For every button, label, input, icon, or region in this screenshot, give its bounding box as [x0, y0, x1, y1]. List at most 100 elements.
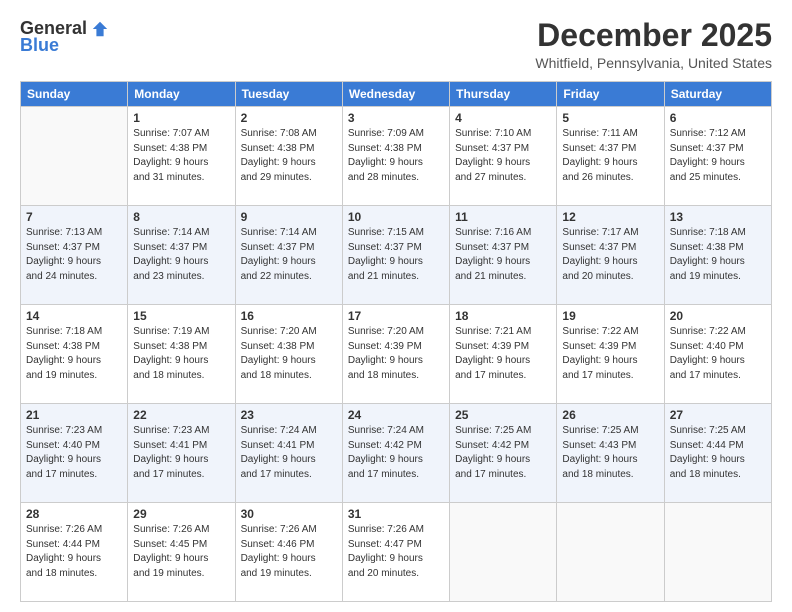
main-title: December 2025: [535, 18, 772, 53]
day-number: 22: [133, 408, 229, 422]
day-info: Sunrise: 7:12 AMSunset: 4:37 PMDaylight:…: [670, 127, 766, 185]
calendar-week-row: 1 Sunrise: 7:07 AMSunset: 4:38 PMDaylight…: [21, 107, 772, 206]
day-number: 6: [670, 111, 766, 125]
calendar-cell: 23 Sunrise: 7:24 AMSunset: 4:41 PMDayligh…: [235, 404, 342, 503]
calendar-cell: 15Sunrise: 7:19 AMSunset: 4:38 PMDayligh…: [128, 305, 235, 404]
day-number: 5: [562, 111, 658, 125]
day-info: Sunrise: 7:15 AMSunset: 4:37 PMDaylight:…: [348, 226, 444, 284]
day-info: Sunrise: 7:14 AMSunset: 4:37 PMDaylight:…: [241, 226, 337, 284]
day-number: 27: [670, 408, 766, 422]
day-info: Sunrise: 7:08 AMSunset: 4:38 PMDaylight:…: [241, 127, 337, 185]
calendar-cell: 18 Sunrise: 7:21 AMSunset: 4:39 PMDayligh…: [450, 305, 557, 404]
calendar-cell: 4 Sunrise: 7:10 AMSunset: 4:37 PMDaylight…: [450, 107, 557, 206]
day-info: Sunrise: 7:26 AMSunset: 4:45 PMDaylight:…: [133, 523, 229, 581]
calendar-body: 1 Sunrise: 7:07 AMSunset: 4:38 PMDaylight…: [21, 107, 772, 602]
calendar-cell: [664, 503, 771, 602]
day-number: 3: [348, 111, 444, 125]
calendar-cell: 27Sunrise: 7:25 AMSunset: 4:44 PMDayligh…: [664, 404, 771, 503]
day-info: Sunrise: 7:17 AMSunset: 4:37 PMDaylight:…: [562, 226, 658, 284]
calendar-cell: 22 Sunrise: 7:23 AMSunset: 4:41 PMDayligh…: [128, 404, 235, 503]
day-number: 17: [348, 309, 444, 323]
day-number: 16: [241, 309, 337, 323]
day-number: 10: [348, 210, 444, 224]
day-info: Sunrise: 7:25 AMSunset: 4:42 PMDaylight:…: [455, 424, 551, 482]
day-info: Sunrise: 7:10 AMSunset: 4:37 PMDaylight:…: [455, 127, 551, 185]
day-info: Sunrise: 7:11 AMSunset: 4:37 PMDaylight:…: [562, 127, 658, 185]
day-info: Sunrise: 7:26 AMSunset: 4:44 PMDaylight:…: [26, 523, 122, 581]
day-number: 2: [241, 111, 337, 125]
calendar-cell: 29 Sunrise: 7:26 AMSunset: 4:45 PMDayligh…: [128, 503, 235, 602]
calendar-week-row: 7 Sunrise: 7:13 AMSunset: 4:37 PMDaylight…: [21, 206, 772, 305]
header: General Blue December 2025 Whitfield, Pe…: [20, 18, 772, 71]
day-info: Sunrise: 7:13 AMSunset: 4:37 PMDaylight:…: [26, 226, 122, 284]
day-info: Sunrise: 7:23 AMSunset: 4:40 PMDaylight:…: [26, 424, 122, 482]
day-number: 28: [26, 507, 122, 521]
day-info: Sunrise: 7:22 AMSunset: 4:39 PMDaylight:…: [562, 325, 658, 383]
day-number: 1: [133, 111, 229, 125]
day-number: 9: [241, 210, 337, 224]
day-number: 4: [455, 111, 551, 125]
calendar-cell: [21, 107, 128, 206]
calendar-cell: 21 Sunrise: 7:23 AMSunset: 4:40 PMDayligh…: [21, 404, 128, 503]
day-number: 13: [670, 210, 766, 224]
day-info: Sunrise: 7:18 AMSunset: 4:38 PMDaylight:…: [26, 325, 122, 383]
logo-icon: [91, 20, 109, 38]
calendar-cell: 17 Sunrise: 7:20 AMSunset: 4:39 PMDayligh…: [342, 305, 449, 404]
day-info: Sunrise: 7:24 AMSunset: 4:42 PMDaylight:…: [348, 424, 444, 482]
calendar-cell: 25Sunrise: 7:25 AMSunset: 4:42 PMDayligh…: [450, 404, 557, 503]
day-info: Sunrise: 7:16 AMSunset: 4:37 PMDaylight:…: [455, 226, 551, 284]
weekday-header-cell: Wednesday: [342, 82, 449, 107]
day-number: 18: [455, 309, 551, 323]
calendar-week-row: 28 Sunrise: 7:26 AMSunset: 4:44 PMDayligh…: [21, 503, 772, 602]
day-info: Sunrise: 7:23 AMSunset: 4:41 PMDaylight:…: [133, 424, 229, 482]
subtitle: Whitfield, Pennsylvania, United States: [535, 55, 772, 71]
day-number: 23: [241, 408, 337, 422]
day-number: 7: [26, 210, 122, 224]
day-info: Sunrise: 7:07 AMSunset: 4:38 PMDaylight:…: [133, 127, 229, 185]
day-info: Sunrise: 7:25 AMSunset: 4:43 PMDaylight:…: [562, 424, 658, 482]
calendar-cell: 7 Sunrise: 7:13 AMSunset: 4:37 PMDaylight…: [21, 206, 128, 305]
day-number: 20: [670, 309, 766, 323]
logo-blue: Blue: [20, 35, 59, 56]
calendar-cell: 13 Sunrise: 7:18 AMSunset: 4:38 PMDayligh…: [664, 206, 771, 305]
calendar: SundayMondayTuesdayWednesdayThursdayFrid…: [20, 81, 772, 602]
calendar-cell: [450, 503, 557, 602]
day-number: 26: [562, 408, 658, 422]
day-info: Sunrise: 7:24 AMSunset: 4:41 PMDaylight:…: [241, 424, 337, 482]
day-info: Sunrise: 7:26 AMSunset: 4:46 PMDaylight:…: [241, 523, 337, 581]
weekday-header-cell: Friday: [557, 82, 664, 107]
calendar-cell: 12 Sunrise: 7:17 AMSunset: 4:37 PMDayligh…: [557, 206, 664, 305]
calendar-cell: [557, 503, 664, 602]
title-block: December 2025 Whitfield, Pennsylvania, U…: [535, 18, 772, 71]
day-info: Sunrise: 7:20 AMSunset: 4:38 PMDaylight:…: [241, 325, 337, 383]
calendar-cell: 30 Sunrise: 7:26 AMSunset: 4:46 PMDayligh…: [235, 503, 342, 602]
weekday-header-cell: Monday: [128, 82, 235, 107]
day-info: Sunrise: 7:09 AMSunset: 4:38 PMDaylight:…: [348, 127, 444, 185]
day-number: 15: [133, 309, 229, 323]
calendar-cell: 5 Sunrise: 7:11 AMSunset: 4:37 PMDaylight…: [557, 107, 664, 206]
day-info: Sunrise: 7:21 AMSunset: 4:39 PMDaylight:…: [455, 325, 551, 383]
day-number: 30: [241, 507, 337, 521]
calendar-week-row: 21 Sunrise: 7:23 AMSunset: 4:40 PMDayligh…: [21, 404, 772, 503]
calendar-cell: 6 Sunrise: 7:12 AMSunset: 4:37 PMDaylight…: [664, 107, 771, 206]
calendar-cell: 10 Sunrise: 7:15 AMSunset: 4:37 PMDayligh…: [342, 206, 449, 305]
logo: General Blue: [20, 18, 109, 56]
calendar-cell: 16 Sunrise: 7:20 AMSunset: 4:38 PMDayligh…: [235, 305, 342, 404]
day-info: Sunrise: 7:18 AMSunset: 4:38 PMDaylight:…: [670, 226, 766, 284]
day-info: Sunrise: 7:26 AMSunset: 4:47 PMDaylight:…: [348, 523, 444, 581]
day-info: Sunrise: 7:14 AMSunset: 4:37 PMDaylight:…: [133, 226, 229, 284]
day-number: 11: [455, 210, 551, 224]
calendar-week-row: 14 Sunrise: 7:18 AMSunset: 4:38 PMDayligh…: [21, 305, 772, 404]
day-number: 8: [133, 210, 229, 224]
calendar-cell: 24Sunrise: 7:24 AMSunset: 4:42 PMDayligh…: [342, 404, 449, 503]
calendar-cell: 11 Sunrise: 7:16 AMSunset: 4:37 PMDayligh…: [450, 206, 557, 305]
weekday-header-cell: Thursday: [450, 82, 557, 107]
day-number: 12: [562, 210, 658, 224]
day-number: 19: [562, 309, 658, 323]
calendar-cell: 26 Sunrise: 7:25 AMSunset: 4:43 PMDayligh…: [557, 404, 664, 503]
calendar-cell: 9 Sunrise: 7:14 AMSunset: 4:37 PMDaylight…: [235, 206, 342, 305]
day-number: 29: [133, 507, 229, 521]
day-info: Sunrise: 7:20 AMSunset: 4:39 PMDaylight:…: [348, 325, 444, 383]
day-number: 21: [26, 408, 122, 422]
day-number: 14: [26, 309, 122, 323]
